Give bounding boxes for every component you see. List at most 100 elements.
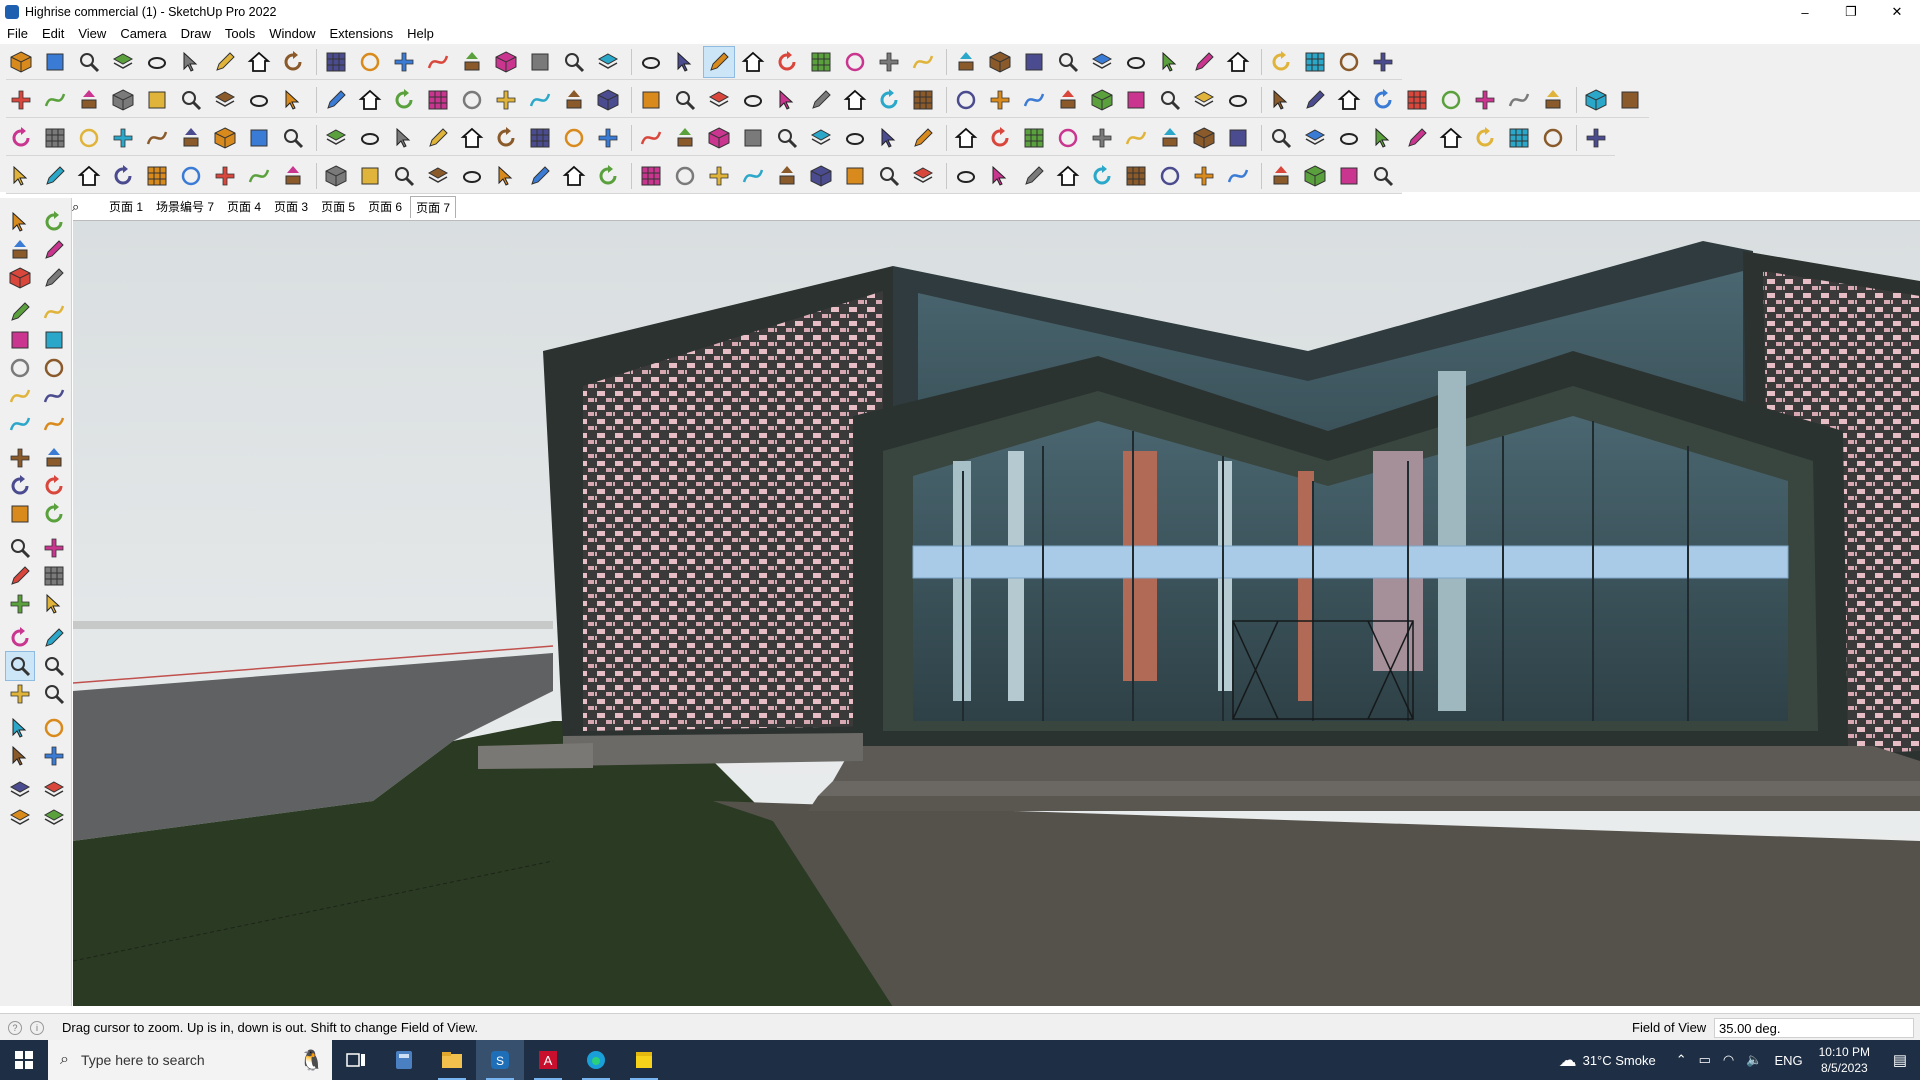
- toolbar-curve-icon[interactable]: [1504, 85, 1534, 115]
- toolbar-layers-icon[interactable]: [1300, 123, 1330, 153]
- tool-layers-icon[interactable]: [40, 776, 68, 804]
- menu-tools[interactable]: Tools: [218, 26, 262, 41]
- tool-pencil-icon[interactable]: [40, 264, 68, 292]
- toolbar-mag-icon[interactable]: [278, 123, 308, 153]
- toolbar-mag-icon[interactable]: [74, 47, 104, 77]
- toolbar-layers-icon[interactable]: [908, 161, 938, 191]
- toolbar-layers-icon[interactable]: [210, 85, 240, 115]
- toolbar-square-icon[interactable]: [738, 123, 768, 153]
- toolbar-rotate-icon[interactable]: [6, 123, 36, 153]
- toolbar-rotate-icon[interactable]: [278, 47, 308, 77]
- tool-arrow-icon[interactable]: [6, 714, 34, 742]
- toolbar-square-icon[interactable]: [355, 161, 385, 191]
- toolbar-circle-icon[interactable]: [355, 47, 385, 77]
- taskbar-search[interactable]: ⌕ Type here to search 🐧: [48, 1040, 332, 1080]
- toolbar-mag-icon[interactable]: [559, 47, 589, 77]
- toolbar-grid-icon[interactable]: [806, 47, 836, 77]
- toolbar-circle-icon[interactable]: [176, 161, 206, 191]
- toolbar-curve-icon[interactable]: [1121, 123, 1151, 153]
- toolbar-mag-icon[interactable]: [670, 85, 700, 115]
- toolbar-house-icon[interactable]: [244, 47, 274, 77]
- chevron-up-icon[interactable]: ⌃: [1676, 1052, 1687, 1068]
- toolbar-rotate-icon[interactable]: [772, 47, 802, 77]
- autocad-icon[interactable]: A: [524, 1040, 572, 1080]
- toolbar-ring-icon[interactable]: [355, 123, 385, 153]
- toolbar-grid-icon[interactable]: [908, 85, 938, 115]
- toolbar-arrow-icon[interactable]: [1266, 85, 1296, 115]
- menu-view[interactable]: View: [71, 26, 113, 41]
- toolbar-mag-icon[interactable]: [874, 161, 904, 191]
- toolbar-pencil-icon[interactable]: [1189, 47, 1219, 77]
- toolbar-mag-icon[interactable]: [1053, 47, 1083, 77]
- tool-mag-icon[interactable]: [40, 652, 68, 680]
- start-button[interactable]: [0, 1040, 48, 1080]
- toolbar-cross-icon[interactable]: [210, 161, 240, 191]
- toolbar-layers-icon[interactable]: [806, 123, 836, 153]
- tool-layers-icon[interactable]: [40, 804, 68, 832]
- tool-square-icon[interactable]: [6, 500, 34, 528]
- tool-curve-icon[interactable]: [40, 410, 68, 438]
- toolbar-square-icon[interactable]: [840, 161, 870, 191]
- toolbar-rotate-icon[interactable]: [389, 85, 419, 115]
- toolbar-circle-icon[interactable]: [951, 85, 981, 115]
- toolbar-arrow-icon[interactable]: [6, 161, 36, 191]
- toolbar-box-icon[interactable]: [210, 123, 240, 153]
- toolbar-curve-icon[interactable]: [423, 47, 453, 77]
- toolbar-house-icon[interactable]: [559, 161, 589, 191]
- toolbar-circle-icon[interactable]: [1053, 123, 1083, 153]
- toolbar-arrow-icon[interactable]: [670, 47, 700, 77]
- toolbar-push-icon[interactable]: [951, 47, 981, 77]
- toolbar-box-icon[interactable]: [108, 85, 138, 115]
- toolbar-box-icon[interactable]: [321, 161, 351, 191]
- tool-curve-icon[interactable]: [40, 382, 68, 410]
- toolbar-square-icon[interactable]: [636, 85, 666, 115]
- menu-window[interactable]: Window: [262, 26, 322, 41]
- minimize-button[interactable]: –: [1782, 0, 1828, 24]
- wifi-icon[interactable]: ◠: [1723, 1052, 1734, 1068]
- toolbar-curve-icon[interactable]: [636, 123, 666, 153]
- tool-mag-icon[interactable]: [6, 534, 34, 562]
- tool-mag-icon[interactable]: [5, 651, 35, 681]
- menu-help[interactable]: Help: [400, 26, 441, 41]
- toolbar-rotate-icon[interactable]: [1470, 123, 1500, 153]
- toolbar-grid-icon[interactable]: [1300, 47, 1330, 77]
- scene-tab-page-1[interactable]: 页面 1: [104, 197, 148, 217]
- menu-draw[interactable]: Draw: [174, 26, 218, 41]
- tool-arrow-icon[interactable]: [6, 208, 34, 236]
- tool-pencil-icon[interactable]: [6, 298, 34, 326]
- toolbar-rotate-icon[interactable]: [1368, 85, 1398, 115]
- toolbar-mag-icon[interactable]: [1368, 161, 1398, 191]
- toolbar-cross-icon[interactable]: [704, 161, 734, 191]
- toolbar-grid-icon[interactable]: [40, 123, 70, 153]
- toolbar-rotate-icon[interactable]: [985, 123, 1015, 153]
- toolbar-push-icon[interactable]: [1053, 85, 1083, 115]
- tool-rotate-icon[interactable]: [6, 624, 34, 652]
- tool-curve-icon[interactable]: [6, 410, 34, 438]
- toolbar-arrow-icon[interactable]: [985, 161, 1015, 191]
- measurements-input[interactable]: 35.00 deg.: [1714, 1018, 1914, 1038]
- tool-grid-icon[interactable]: [40, 562, 68, 590]
- toolbar-push-icon[interactable]: [1266, 161, 1296, 191]
- toolbar-circle-icon[interactable]: [1334, 47, 1364, 77]
- toolbar-house-icon[interactable]: [840, 85, 870, 115]
- tool-box-icon[interactable]: [6, 264, 34, 292]
- toolbar-square-icon[interactable]: [40, 47, 70, 77]
- tool-square-icon[interactable]: [40, 326, 68, 354]
- tool-cross-icon[interactable]: [6, 680, 34, 708]
- toolbar-box-icon[interactable]: [704, 123, 734, 153]
- toolbar-ring-icon[interactable]: [951, 161, 981, 191]
- clock[interactable]: 10:10 PM 8/5/2023: [1819, 1044, 1870, 1076]
- tool-arrow-icon[interactable]: [6, 742, 34, 770]
- instructor-icon[interactable]: i: [30, 1020, 44, 1035]
- toolbar-curve-icon[interactable]: [908, 47, 938, 77]
- edge-icon[interactable]: [572, 1040, 620, 1080]
- sketchup-icon[interactable]: S: [476, 1040, 524, 1080]
- toolbar-square-icon[interactable]: [1019, 47, 1049, 77]
- tool-pencil-icon[interactable]: [6, 562, 34, 590]
- toolbar-push-icon[interactable]: [559, 85, 589, 115]
- tool-push-icon[interactable]: [40, 444, 68, 472]
- tool-cross-icon[interactable]: [6, 444, 34, 472]
- toolbar-pencil-icon[interactable]: [1402, 123, 1432, 153]
- toolbar-box-icon[interactable]: [806, 161, 836, 191]
- toolbar-layers-icon[interactable]: [321, 123, 351, 153]
